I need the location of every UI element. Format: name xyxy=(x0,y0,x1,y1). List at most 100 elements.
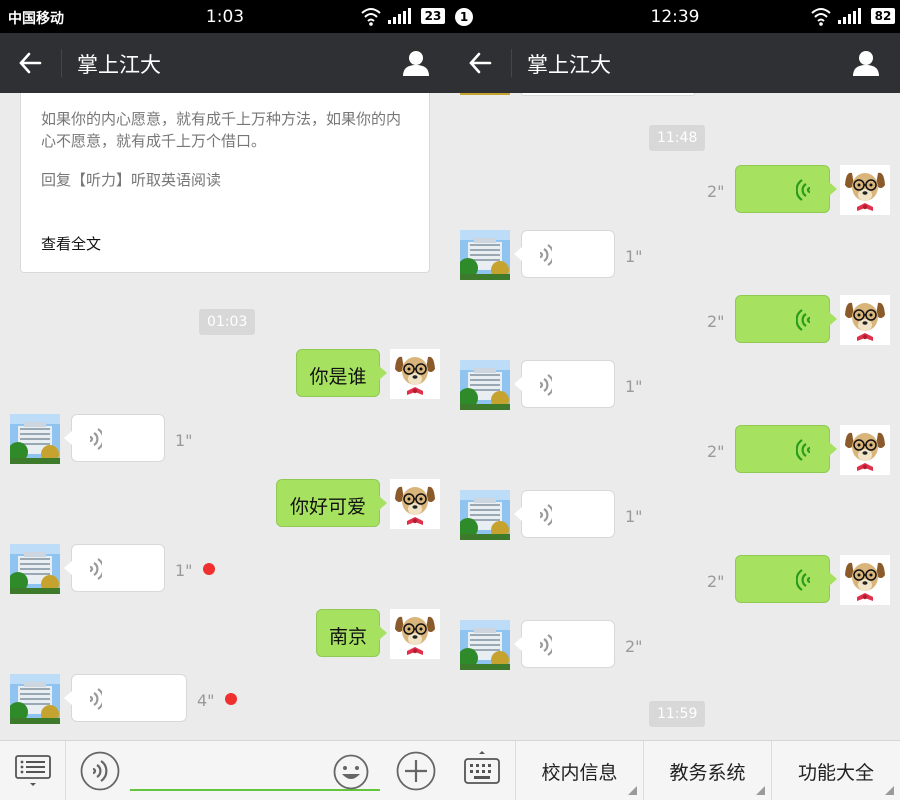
voice-duration: 2" xyxy=(625,637,643,656)
list-menu-icon[interactable] xyxy=(15,753,51,789)
keyboard-icon xyxy=(464,751,500,784)
unread-dot xyxy=(203,563,215,575)
chat-header: 掌上江大 xyxy=(450,33,900,93)
wifi-icon xyxy=(361,8,381,26)
status-bar: 中国移动 1:03 23 xyxy=(0,0,450,33)
voice-wave-icon xyxy=(538,373,552,397)
voice-wave-icon xyxy=(796,568,812,592)
article-quote: 如果你的内心愿意，就有成千上万种方法，如果你的内心不愿意，就有成千上万个借口。 xyxy=(41,110,402,150)
message-text: 你是谁 xyxy=(309,366,367,388)
header-divider xyxy=(61,49,62,77)
official-account-avatar[interactable] xyxy=(10,414,60,464)
voice-wave-icon xyxy=(538,243,552,267)
submenu-indicator xyxy=(885,786,894,795)
chat-title: 掌上江大 xyxy=(527,53,611,77)
person-icon[interactable] xyxy=(852,50,880,76)
voice-duration: 1" xyxy=(175,431,193,450)
menu-label: 校内信息 xyxy=(541,762,618,784)
voice-message-received[interactable] xyxy=(514,620,615,668)
voice-duration: 1" xyxy=(625,247,643,266)
chat-screen-right: 1 12:39 82 掌上江大 11:48 2" 1" 2" 1" 2" 1" … xyxy=(450,0,900,800)
battery-indicator: 23 xyxy=(421,8,445,24)
menu-all-functions[interactable]: 功能大全 xyxy=(771,741,900,800)
battery-indicator: 82 xyxy=(871,8,895,24)
input-bar xyxy=(0,740,450,800)
message-text: 南京 xyxy=(328,626,367,648)
voice-wave-icon xyxy=(88,427,102,451)
voice-message-received[interactable] xyxy=(514,360,615,408)
voice-wave-icon xyxy=(538,633,552,657)
keyboard-toggle[interactable] xyxy=(450,741,515,800)
scrolled-avatar-fragment xyxy=(460,93,510,95)
voice-duration: 4" xyxy=(197,691,215,710)
my-avatar[interactable] xyxy=(840,425,890,475)
timestamp: 01:03 xyxy=(199,309,256,335)
my-avatar[interactable] xyxy=(390,609,440,659)
voice-message-received[interactable] xyxy=(64,414,165,462)
menu-bar: 校内信息 教务系统 功能大全 xyxy=(450,740,900,800)
voice-wave-icon xyxy=(796,438,812,462)
menu-label: 教务系统 xyxy=(669,762,746,784)
voice-duration: 2" xyxy=(707,572,725,591)
voice-message-sent[interactable] xyxy=(735,165,837,213)
official-account-avatar[interactable] xyxy=(460,490,510,540)
message-bubble-sent[interactable]: 你好可爱 xyxy=(276,479,387,527)
emoji-icon[interactable] xyxy=(333,754,369,790)
voice-duration: 2" xyxy=(707,442,725,461)
voice-message-sent[interactable] xyxy=(735,425,837,473)
scrolled-bubble-fragment xyxy=(521,93,695,96)
menu-academic-system[interactable]: 教务系统 xyxy=(643,741,771,800)
message-bubble-sent[interactable]: 南京 xyxy=(316,609,387,657)
voice-input-icon[interactable] xyxy=(80,751,120,791)
my-avatar[interactable] xyxy=(390,349,440,399)
timestamp: 11:48 xyxy=(649,125,706,151)
my-avatar[interactable] xyxy=(840,555,890,605)
chat-title: 掌上江大 xyxy=(77,53,161,77)
voice-wave-icon xyxy=(88,687,102,711)
voice-message-sent[interactable] xyxy=(735,555,837,603)
chat-screen-left: 中国移动 1:03 23 掌上江大 如果你的内心愿意，就有成千上万种方法，如果你… xyxy=(0,0,450,800)
back-arrow-icon[interactable] xyxy=(468,51,492,75)
status-time: 12:39 xyxy=(650,7,700,27)
status-time: 1:03 xyxy=(205,7,245,27)
wifi-icon xyxy=(811,8,831,26)
unread-dot xyxy=(225,693,237,705)
read-full-link[interactable]: 查看全文 xyxy=(41,233,101,254)
message-input[interactable] xyxy=(130,751,330,789)
voice-message-received[interactable] xyxy=(514,230,615,278)
voice-message-sent[interactable] xyxy=(735,295,837,343)
my-avatar[interactable] xyxy=(840,295,890,345)
voice-duration: 1" xyxy=(175,561,193,580)
voice-message-received[interactable] xyxy=(514,490,615,538)
voice-duration: 1" xyxy=(625,377,643,396)
voice-wave-icon xyxy=(88,557,102,581)
voice-message-received[interactable] xyxy=(64,674,187,722)
status-bar: 1 12:39 82 xyxy=(450,0,900,33)
article-card[interactable]: 如果你的内心愿意，就有成千上万种方法，如果你的内心不愿意，就有成千上万个借口。 … xyxy=(20,93,430,273)
message-text: 你好可爱 xyxy=(289,496,366,518)
my-avatar[interactable] xyxy=(840,165,890,215)
official-account-avatar[interactable] xyxy=(10,674,60,724)
menu-campus-info[interactable]: 校内信息 xyxy=(515,741,643,800)
official-account-avatar[interactable] xyxy=(460,360,510,410)
voice-wave-icon xyxy=(538,503,552,527)
person-icon[interactable] xyxy=(402,50,430,76)
plus-icon[interactable] xyxy=(396,751,436,791)
voice-wave-icon xyxy=(796,308,812,332)
official-account-avatar[interactable] xyxy=(10,544,60,594)
voice-duration: 1" xyxy=(625,507,643,526)
menu-label: 功能大全 xyxy=(797,762,874,784)
submenu-indicator xyxy=(628,786,637,795)
submenu-indicator xyxy=(756,786,765,795)
official-account-avatar[interactable] xyxy=(460,620,510,670)
message-bubble-sent[interactable]: 你是谁 xyxy=(296,349,387,397)
input-divider xyxy=(65,741,66,800)
back-arrow-icon[interactable] xyxy=(18,51,42,75)
signal-icon xyxy=(838,8,861,24)
timestamp: 11:59 xyxy=(649,701,706,727)
article-reply-hint: 回复【听力】听取英语阅读 xyxy=(41,171,222,189)
my-avatar[interactable] xyxy=(390,479,440,529)
official-account-avatar[interactable] xyxy=(460,230,510,280)
voice-message-received[interactable] xyxy=(64,544,165,592)
voice-wave-icon xyxy=(796,178,812,202)
